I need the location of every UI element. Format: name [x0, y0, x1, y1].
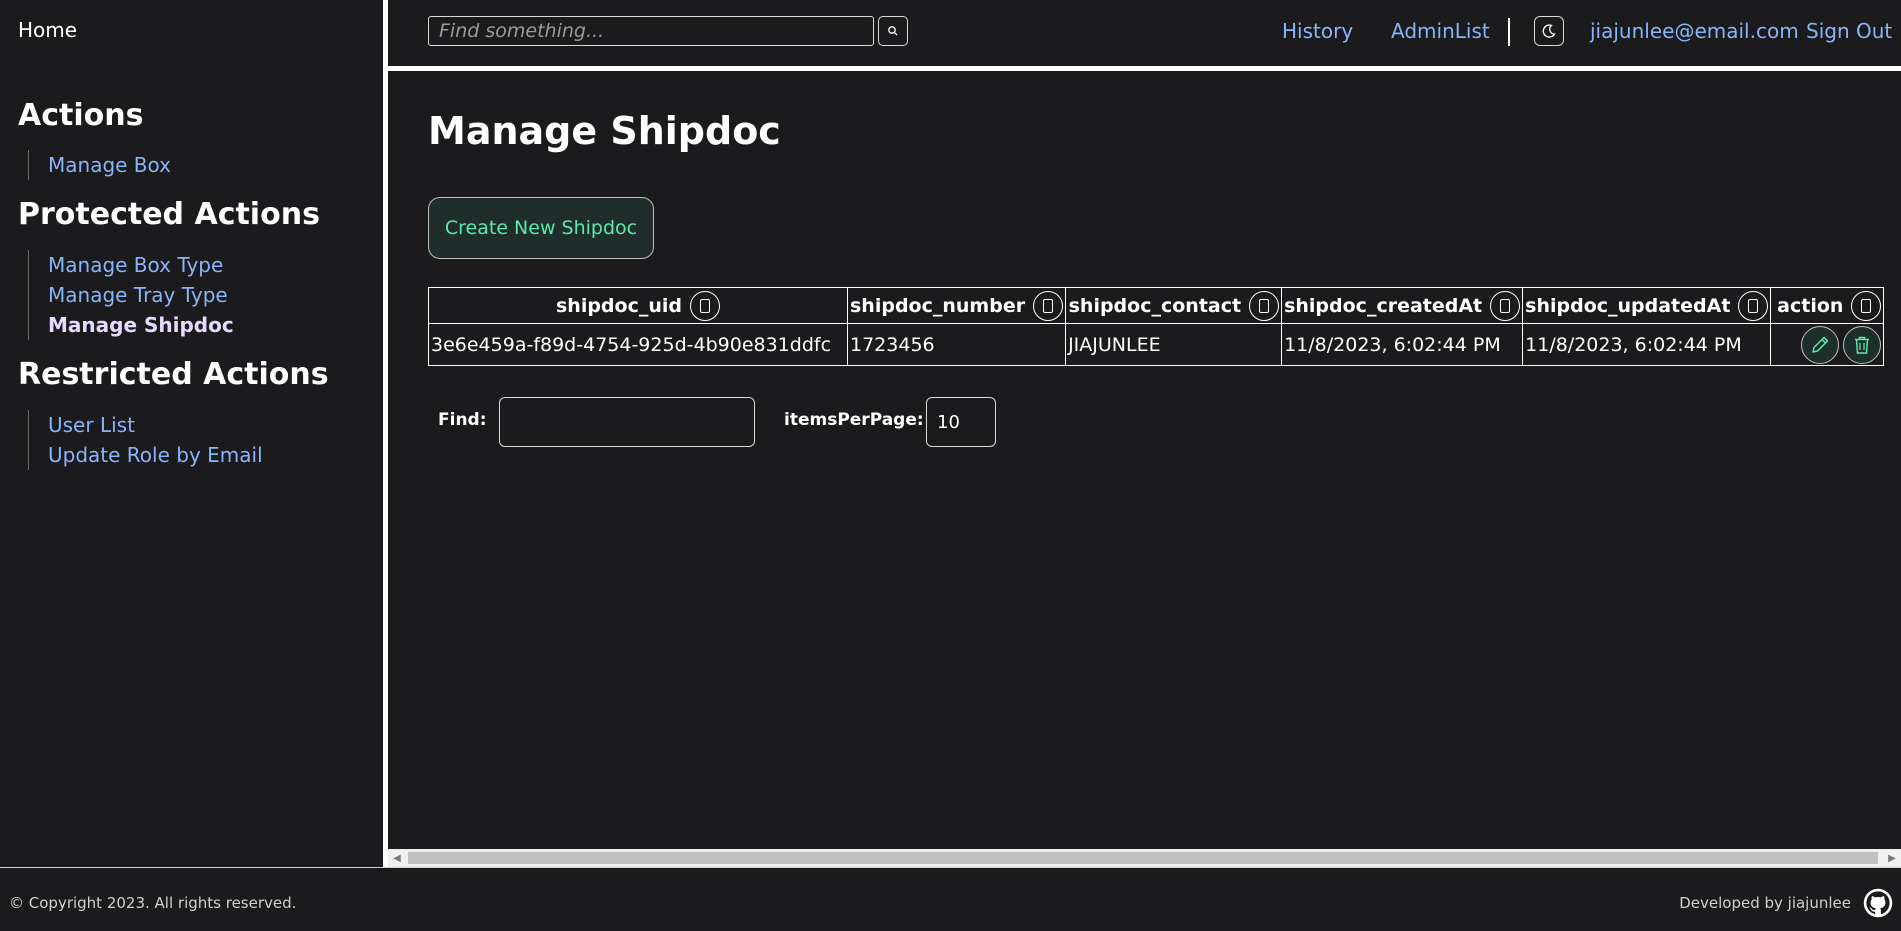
trash-icon [1855, 336, 1870, 354]
cell-uid: 3e6e459a-f89d-4754-925d-4b90e831ddfc [428, 323, 848, 366]
items-per-page-label: itemsPerPage: [784, 410, 924, 430]
sort-icon[interactable] [1851, 290, 1882, 321]
find-label: Find: [438, 410, 487, 430]
sidebar: Home Actions Manage Box Protected Action… [0, 0, 383, 867]
top-bar: History AdminList jiajunlee@email.com Si… [388, 0, 1901, 66]
sidebar-item-manage-box[interactable]: Manage Box [48, 150, 171, 180]
cell-number: 1723456 [846, 323, 1067, 366]
sort-icon[interactable] [1033, 290, 1064, 321]
column-header-updated: shipdoc_updatedAt [1522, 287, 1772, 324]
nav-separator [1508, 18, 1510, 46]
section-title-restricted-actions: Restricted Actions [18, 357, 329, 392]
sort-icon[interactable] [1490, 290, 1521, 321]
sort-icon[interactable] [1249, 290, 1280, 321]
nav-group-protected-actions: Manage Box Type Manage Tray Type Manage … [28, 250, 234, 340]
column-label-created: shipdoc_createdAt [1284, 294, 1483, 317]
adminlist-link[interactable]: AdminList [1391, 19, 1490, 43]
delete-button[interactable] [1843, 325, 1882, 364]
sidebar-item-user-list[interactable]: User List [48, 410, 263, 440]
column-header-contact: shipdoc_contact [1065, 287, 1283, 324]
search-icon [888, 26, 898, 36]
column-header-uid: shipdoc_uid [428, 287, 848, 324]
theme-toggle-button[interactable] [1534, 16, 1564, 46]
column-header-number: shipdoc_number [846, 287, 1067, 324]
home-link[interactable]: Home [18, 18, 77, 42]
table-header-row: shipdoc_uid shipdoc_number shipdoc_conta… [428, 287, 1885, 324]
cell-updated: 11/8/2023, 6:02:44 PM [1522, 323, 1772, 366]
sign-out-link[interactable]: Sign Out [1806, 19, 1892, 43]
search-button[interactable] [878, 16, 908, 46]
scroll-right-arrow[interactable]: ▶ [1883, 849, 1901, 867]
sidebar-item-manage-tray-type[interactable]: Manage Tray Type [48, 280, 234, 310]
page-title: Manage Shipdoc [428, 109, 781, 153]
nav-group-actions: Manage Box [28, 150, 171, 180]
column-label-action: action [1777, 294, 1844, 317]
sidebar-item-manage-shipdoc[interactable]: Manage Shipdoc [48, 310, 234, 340]
sort-icon[interactable] [1738, 290, 1769, 321]
scrollbar-thumb[interactable] [408, 852, 1878, 864]
section-title-actions: Actions [18, 98, 144, 133]
create-shipdoc-button[interactable]: Create New Shipdoc [428, 197, 654, 259]
scroll-left-arrow[interactable]: ◀ [388, 849, 406, 867]
column-header-created: shipdoc_createdAt [1281, 287, 1524, 324]
sidebar-item-update-role-by-email[interactable]: Update Role by Email [48, 440, 263, 470]
column-label-updated: shipdoc_updatedAt [1525, 294, 1731, 317]
horizontal-scrollbar[interactable]: ◀ ▶ [388, 849, 1901, 867]
nav-group-restricted-actions: User List Update Role by Email [28, 410, 263, 470]
column-header-action: action [1770, 287, 1885, 324]
footer: © Copyright 2023. All rights reserved. D… [0, 867, 1901, 931]
sort-icon[interactable] [690, 290, 720, 321]
table-row: 3e6e459a-f89d-4754-925d-4b90e831ddfc 172… [428, 323, 1885, 366]
edit-button[interactable] [1801, 325, 1840, 364]
user-email-link[interactable]: jiajunlee@email.com [1590, 19, 1799, 43]
copyright-text: © Copyright 2023. All rights reserved. [9, 894, 297, 912]
main-content: Manage Shipdoc Create New Shipdoc shipdo… [388, 71, 1901, 849]
items-per-page-input[interactable] [926, 397, 996, 447]
column-label-uid: shipdoc_uid [555, 294, 682, 317]
cell-action [1770, 323, 1885, 366]
history-link[interactable]: History [1282, 19, 1353, 43]
cell-contact: JIAJUNLEE [1065, 323, 1283, 366]
pencil-icon [1812, 336, 1829, 353]
cell-created: 11/8/2023, 6:02:44 PM [1281, 323, 1524, 366]
search-input[interactable] [428, 16, 874, 46]
developed-by-text: Developed by jiajunlee [1679, 894, 1851, 912]
sidebar-item-manage-box-type[interactable]: Manage Box Type [48, 250, 234, 280]
find-input[interactable] [499, 397, 755, 447]
github-icon[interactable] [1863, 888, 1893, 918]
section-title-protected-actions: Protected Actions [18, 197, 320, 232]
column-label-contact: shipdoc_contact [1068, 294, 1242, 317]
column-label-number: shipdoc_number [850, 294, 1026, 317]
moon-icon [1542, 24, 1556, 38]
shipdoc-table: shipdoc_uid shipdoc_number shipdoc_conta… [428, 287, 1885, 366]
